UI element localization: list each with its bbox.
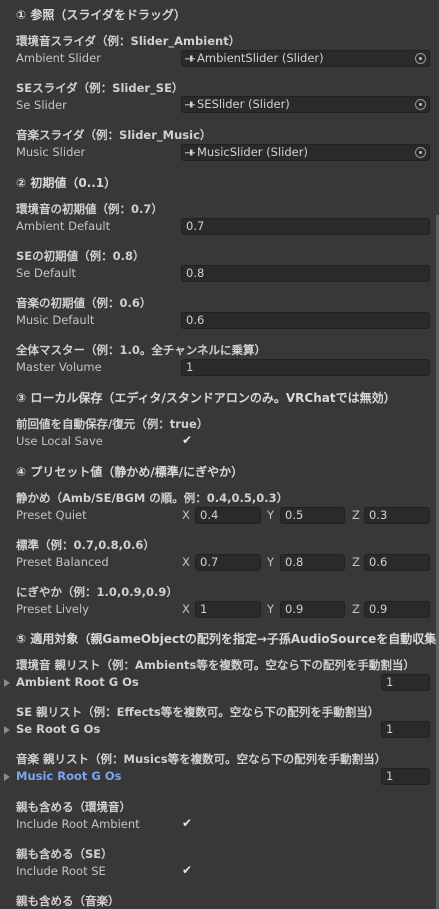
preset-balanced-label: Preset Balanced — [16, 555, 109, 569]
preset-lively-y-input[interactable]: 0.9 — [280, 601, 345, 618]
slider-component-icon — [185, 101, 195, 108]
music-default-header: 音楽の初期値（例：0.6） — [16, 296, 152, 310]
music-slider-header: 音楽スライダ（例：Slider_Music） — [16, 128, 212, 142]
include-root-ambient-checkbox[interactable]: ✔ — [180, 816, 194, 830]
include-root-se-label: Include Root SE — [16, 864, 106, 878]
ambient-root-label[interactable]: Ambient Root G Os — [16, 675, 139, 689]
music-root-size-input[interactable]: 1 — [381, 768, 430, 785]
z-axis-label: Z — [352, 602, 360, 616]
y-axis-label: Y — [267, 602, 275, 616]
use-local-save-label: Use Local Save — [16, 434, 103, 448]
slider-component-icon — [185, 55, 195, 62]
z-axis-label: Z — [352, 555, 360, 569]
preset-lively-header: にぎやか（例：1.0,0.9,0.9） — [16, 585, 178, 599]
ambient-slider-value: AmbientSlider (Slider) — [197, 51, 324, 65]
preset-balanced-z-input[interactable]: 0.6 — [364, 554, 430, 571]
se-default-input[interactable]: 0.8 — [181, 265, 430, 282]
x-axis-label: X — [182, 602, 190, 616]
y-axis-label: Y — [267, 508, 275, 522]
use-local-save-header: 前回値を自動保存/復元（例：true） — [16, 417, 209, 431]
se-slider-field[interactable]: SESlider (Slider) — [181, 96, 430, 113]
se-default-header: SEの初期値（例：0.8） — [16, 249, 145, 263]
object-picker-icon[interactable] — [415, 99, 426, 110]
include-root-ambient-header: 親も含める（環境音） — [16, 800, 131, 814]
ambient-root-header: 環境音 親リスト（例：Ambients等を複数可。空なら下の配列を手動割当） — [16, 658, 415, 672]
master-volume-header: 全体マスター（例：1.0。全チャンネルに乗算） — [16, 343, 267, 357]
preset-quiet-label: Preset Quiet — [16, 508, 87, 522]
preset-lively-x-input[interactable]: 1 — [195, 601, 261, 618]
foldout-arrow-icon[interactable] — [4, 679, 10, 687]
z-axis-label: Z — [352, 508, 360, 522]
x-axis-label: X — [182, 508, 190, 522]
music-slider-value: MusicSlider (Slider) — [197, 145, 308, 159]
se-slider-header: SEスライダ（例：Slider_SE） — [16, 81, 184, 95]
music-default-label: Music Default — [16, 313, 95, 327]
music-slider-field[interactable]: MusicSlider (Slider) — [181, 144, 430, 161]
ambient-slider-field[interactable]: AmbientSlider (Slider) — [181, 50, 430, 67]
include-root-ambient-label: Include Root Ambient — [16, 817, 140, 831]
preset-balanced-header: 標準（例：0.7,0.8,0.6） — [16, 538, 155, 552]
section-presets-title: ④ プリセット値（静かめ/標準/にぎやか） — [16, 465, 244, 479]
se-root-label[interactable]: Se Root G Os — [16, 722, 100, 736]
preset-quiet-x-input[interactable]: 0.4 — [195, 507, 261, 524]
foldout-arrow-icon[interactable] — [4, 726, 10, 734]
y-axis-label: Y — [267, 555, 275, 569]
master-volume-label: Master Volume — [16, 360, 102, 374]
preset-balanced-x-input[interactable]: 0.7 — [195, 554, 261, 571]
object-picker-icon[interactable] — [415, 53, 426, 64]
section-targets-title: ⑤ 適用対象（親GameObjectの配列を指定→子孫AudioSourceを自… — [16, 632, 439, 646]
preset-quiet-header: 静かめ（Amb/SE/BGM の順。例：0.4,0.5,0.3） — [16, 491, 289, 505]
section-references-title: ① 参照（スライダをドラッグ） — [16, 8, 186, 22]
include-root-se-checkbox[interactable]: ✔ — [180, 863, 194, 877]
use-local-save-checkbox[interactable]: ✔ — [180, 433, 194, 447]
ambient-root-size-input[interactable]: 1 — [381, 674, 430, 691]
music-default-input[interactable]: 0.6 — [181, 312, 430, 329]
preset-lively-z-input[interactable]: 0.9 — [364, 601, 430, 618]
music-root-label[interactable]: Music Root G Os — [16, 769, 121, 783]
se-default-label: Se Default — [16, 266, 77, 280]
object-picker-icon[interactable] — [415, 147, 426, 158]
master-volume-input[interactable]: 1 — [181, 359, 430, 376]
include-root-se-header: 親も含める（SE） — [16, 847, 113, 861]
preset-balanced-y-input[interactable]: 0.8 — [280, 554, 345, 571]
slider-component-icon — [185, 149, 195, 156]
preset-quiet-y-input[interactable]: 0.5 — [280, 507, 345, 524]
ambient-default-header: 環境音の初期値（例：0.7） — [16, 202, 163, 216]
music-root-header: 音楽 親リスト（例：Musics等を複数可。空なら下の配列を手動割当） — [16, 752, 387, 766]
music-slider-label: Music Slider — [16, 145, 86, 159]
se-slider-value: SESlider (Slider) — [197, 97, 290, 111]
se-slider-label: Se Slider — [16, 98, 67, 112]
include-root-music-header: 親も含める（音楽） — [16, 894, 120, 908]
se-root-size-input[interactable]: 1 — [381, 721, 430, 738]
ambient-default-input[interactable]: 0.7 — [181, 218, 430, 235]
section-local-save-title: ③ ローカル保存（エディタ/スタンドアロンのみ。VRChatでは無効） — [16, 391, 396, 405]
section-defaults-title: ② 初期値（0..1） — [16, 176, 117, 190]
se-root-header: SE 親リスト（例：Effects等を複数可。空なら下の配列を手動割当） — [16, 705, 380, 719]
ambient-default-label: Ambient Default — [16, 219, 111, 233]
preset-quiet-z-input[interactable]: 0.3 — [364, 507, 430, 524]
preset-lively-label: Preset Lively — [16, 602, 89, 616]
ambient-slider-header: 環境音スライダ（例：Slider_Ambient） — [16, 34, 241, 48]
x-axis-label: X — [182, 555, 190, 569]
ambient-slider-label: Ambient Slider — [16, 51, 101, 65]
foldout-arrow-icon[interactable] — [4, 773, 10, 781]
